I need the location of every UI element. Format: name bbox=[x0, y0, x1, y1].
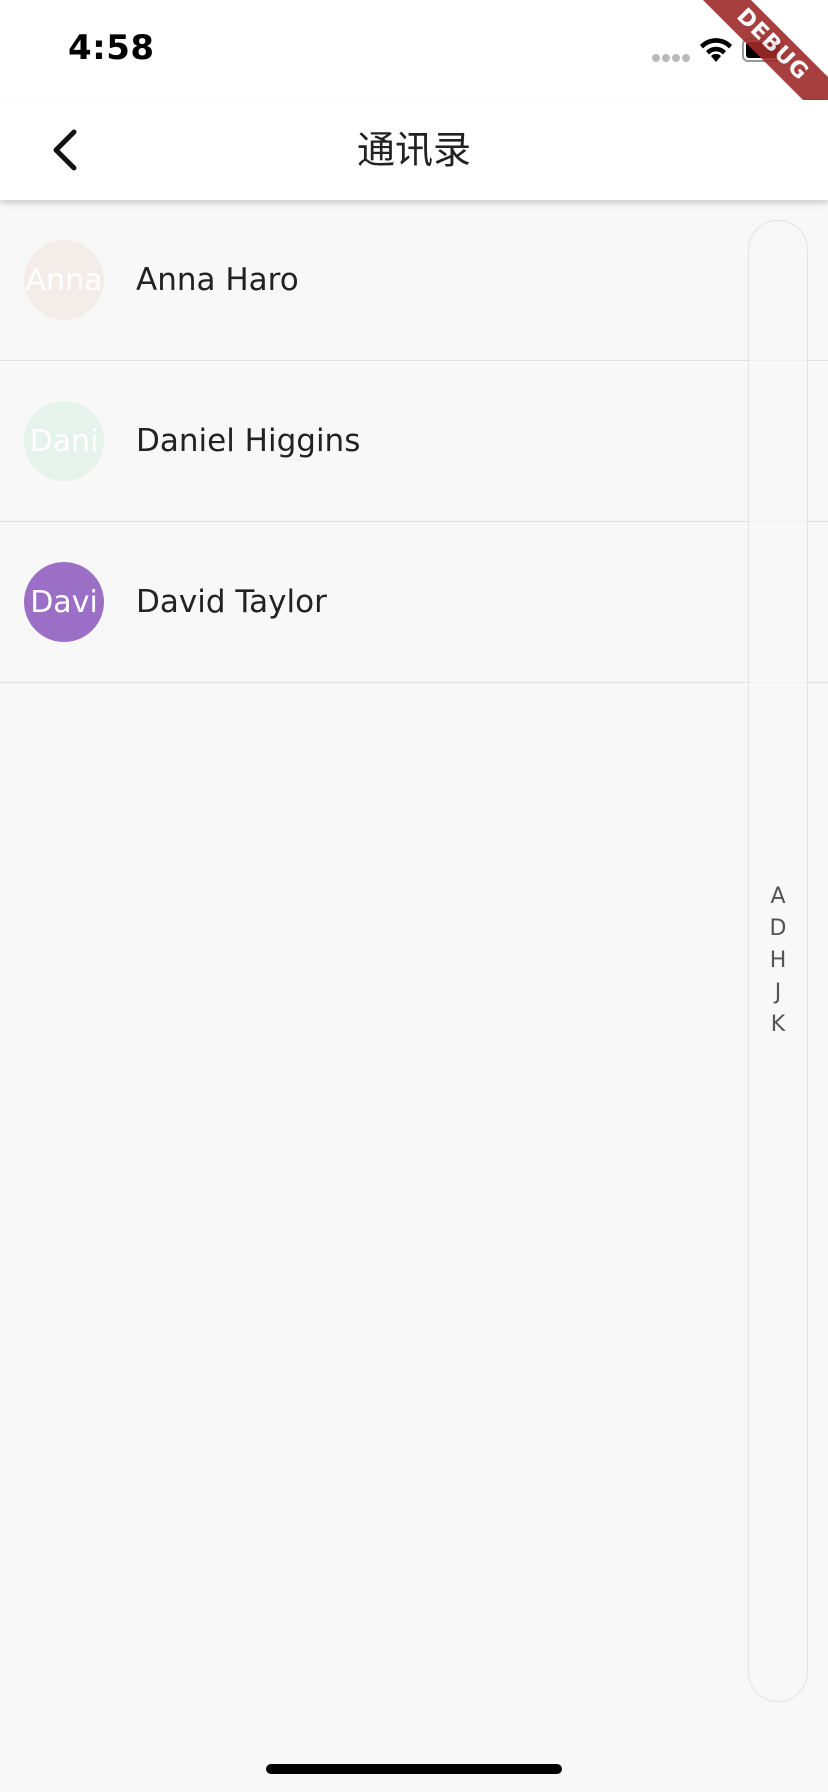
avatar-initials: Davi bbox=[30, 584, 98, 620]
page-title: 通讯录 bbox=[356, 128, 471, 172]
status-time: 4:58 bbox=[68, 28, 155, 68]
chevron-left-icon bbox=[53, 129, 77, 171]
avatar: Anna bbox=[24, 240, 104, 320]
index-letter-h[interactable]: H bbox=[758, 945, 798, 977]
list-item[interactable]: Davi David Taylor bbox=[0, 522, 828, 683]
app-bar: 通讯录 bbox=[0, 100, 828, 200]
avatar: Davi bbox=[24, 562, 104, 642]
alphabet-index-bar[interactable]: A D H J K bbox=[748, 220, 808, 1702]
avatar-initials: Dani bbox=[29, 423, 99, 459]
battery-icon bbox=[742, 38, 788, 62]
index-letter-a[interactable]: A bbox=[758, 881, 798, 913]
status-bar: 4:58 DEBUG bbox=[0, 0, 828, 128]
list-item[interactable]: Dani Daniel Higgins bbox=[0, 361, 828, 522]
contact-name: Daniel Higgins bbox=[136, 423, 361, 459]
index-letter-j[interactable]: J bbox=[758, 977, 798, 1009]
index-letter-d[interactable]: D bbox=[758, 913, 798, 945]
index-letter-k[interactable]: K bbox=[758, 1009, 798, 1041]
cellular-signal-icon bbox=[652, 54, 692, 62]
list-item[interactable]: Anna Anna Haro bbox=[0, 200, 828, 361]
contact-list: Anna Anna Haro Dani Daniel Higgins Davi … bbox=[0, 200, 828, 683]
wifi-icon bbox=[698, 36, 734, 64]
index-letters: A D H J K bbox=[758, 881, 798, 1041]
home-indicator[interactable] bbox=[266, 1764, 562, 1774]
contact-name: Anna Haro bbox=[136, 262, 299, 298]
contact-name: David Taylor bbox=[136, 584, 327, 620]
contacts-screen: 4:58 DEBUG 通讯录 Anna Anna Haro Dani Danie… bbox=[0, 0, 828, 1792]
avatar-initials: Anna bbox=[25, 262, 103, 298]
avatar: Dani bbox=[24, 401, 104, 481]
back-button[interactable] bbox=[30, 114, 102, 186]
